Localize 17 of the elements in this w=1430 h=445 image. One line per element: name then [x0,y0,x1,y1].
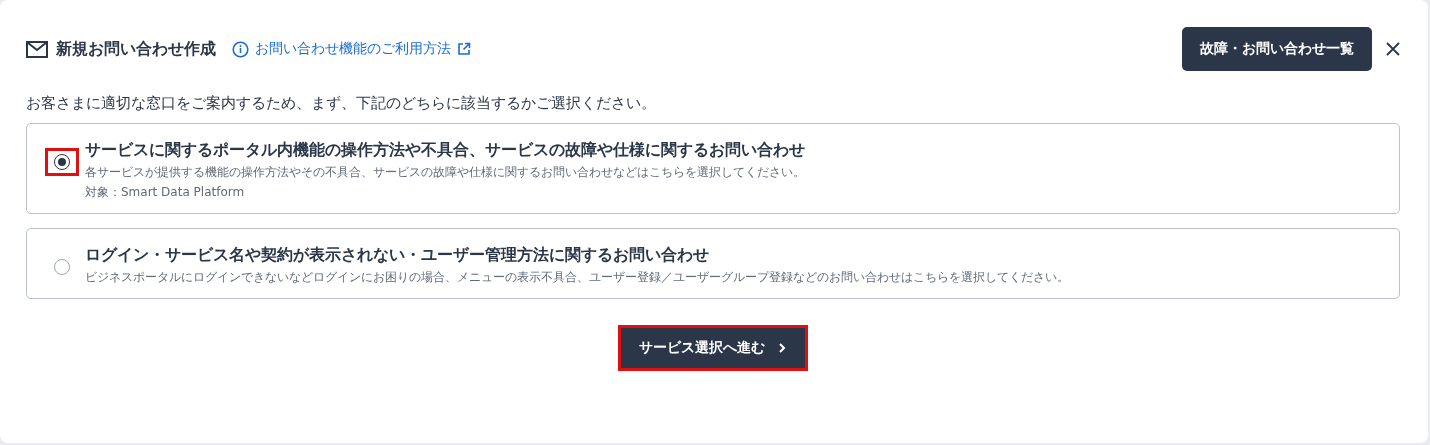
inquiry-list-button[interactable]: 故障・お問い合わせ一覧 [1182,27,1372,71]
option-title: ログイン・サービス名や契約が表示されない・ユーザー管理方法に関するお問い合わせ [85,245,710,266]
option-description: 各サービスが提供する機能の操作方法やその不具合、サービスの故障や仕様に関するお問い合わせなどはこちらを選択してください。 [85,164,805,181]
envelope-icon [26,40,48,58]
option-description: ビジネスポータルにログインできないなどログインにお困りの場合、メニューの表示不具合、ユーザー登録／ユーザーグループ登録などのお問い合わせはこちらを選択してください。 [85,269,1069,286]
info-icon [232,40,249,58]
option-target: 対象：Smart Data Platform [85,184,246,201]
option-title: サービスに関するポータル内機能の操作方法や不具合、サービスの故障や仕様に関するお問い合わせ [85,140,805,161]
option-card[interactable]: ログイン・サービス名や契約が表示されない・ユーザー管理方法に関するお問い合わせ ビジネスポータルにログインできないなどログインにお困りの場合、メニューの表示不具合、ユーザー登録／ユーザーグループ登録などのお問い合わせはこちらを選択してください。 [26,228,1400,299]
close-icon[interactable] [1386,42,1400,56]
dialog-title: 新規お問い合わせ作成 [56,38,216,60]
help-link[interactable]: お問い合わせ機能のご利用方法 [232,40,471,58]
option-card[interactable]: サービスに関するポータル内機能の操作方法や不具合、サービスの故障や仕様に関するお問い合わせ 各サービスが提供する機能の操作方法やその不具合、サービスの故障や仕様に関するお問い合わせなどはこちらを選択してください。 対象：Smart Data Platform [26,123,1400,214]
chevron-right-icon [777,342,787,354]
external-link-icon [457,42,471,56]
proceed-button[interactable]: サービス選択へ進む [621,328,805,368]
instruction-text: お客さまに適切な窓口をご案内するため、まず、下記のどちらに該当するかご選択ください。 [26,94,657,113]
